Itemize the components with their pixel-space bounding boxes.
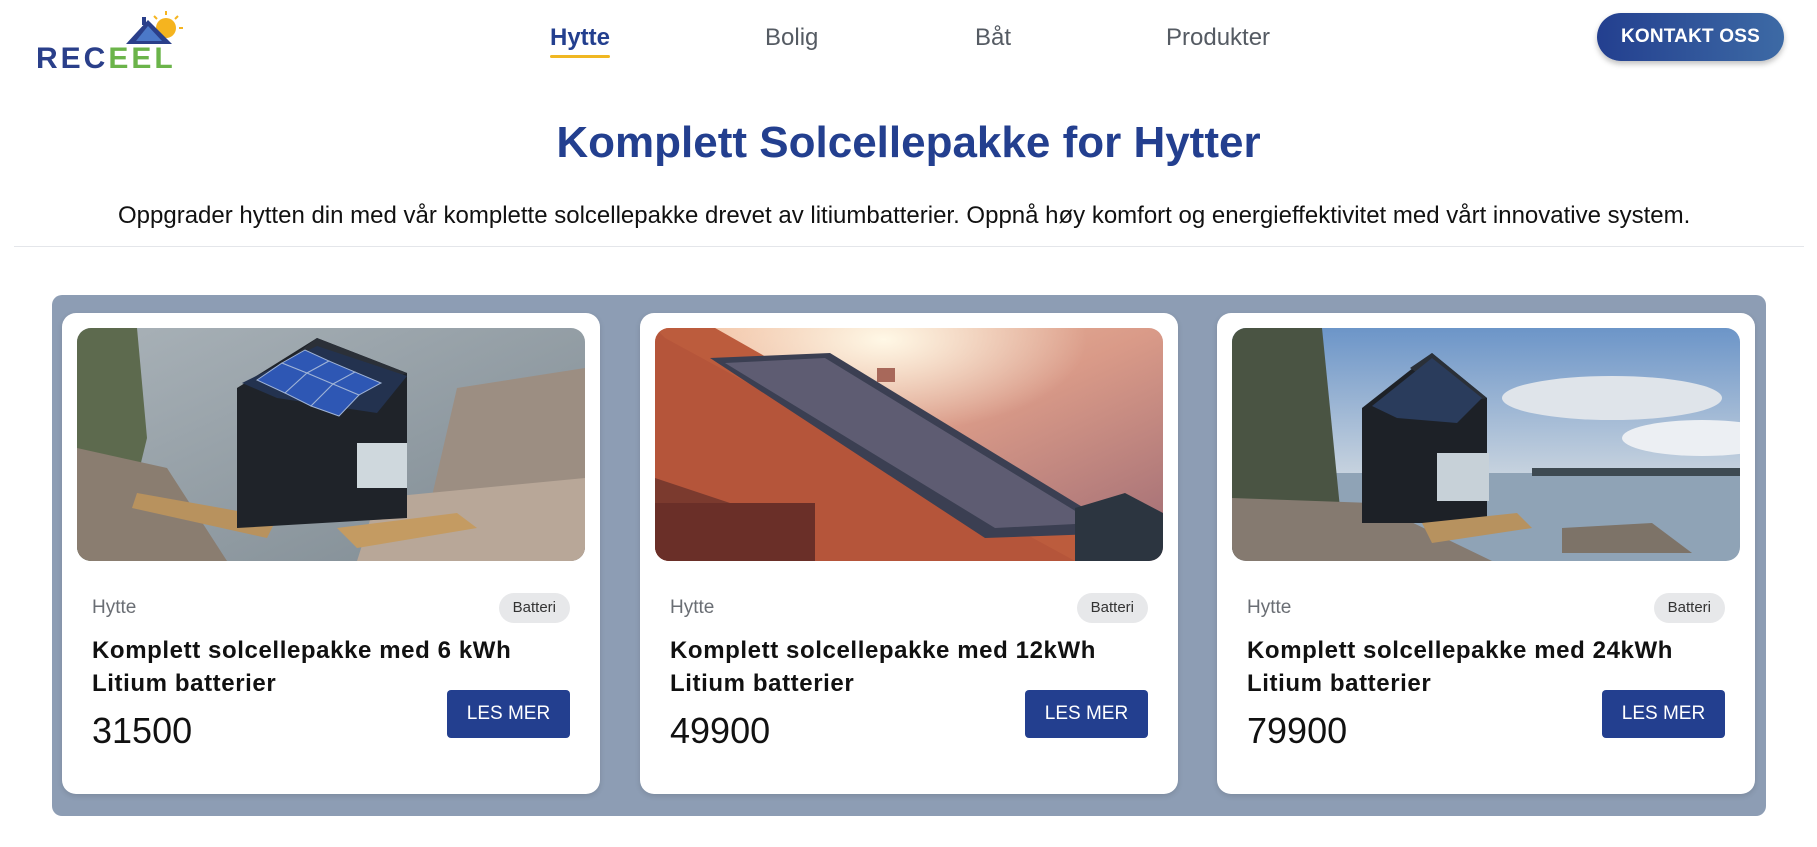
product-card: Hytte Batteri Komplett solcellepakke med… xyxy=(1217,313,1755,794)
nav-item-bat[interactable]: Båt xyxy=(975,22,1011,54)
nav-item-hytte[interactable]: Hytte xyxy=(550,22,611,58)
product-grid: Hytte Batteri Komplett solcellepakke med… xyxy=(52,295,1766,816)
page-title: Komplett Solcellepakke for Hytter xyxy=(556,118,1261,167)
nav-item-bolig[interactable]: Bolig xyxy=(765,22,818,54)
page-subtitle: Oppgrader hytten din med vår komplette s… xyxy=(118,202,1691,229)
read-more-button[interactable]: LES MER xyxy=(1025,690,1148,738)
product-badge: Batteri xyxy=(1653,593,1725,623)
product-badge: Batteri xyxy=(1076,593,1148,623)
product-image-black-cabin-rocky-shore xyxy=(77,328,585,561)
contact-button[interactable]: KONTAKT OSS xyxy=(1597,13,1784,61)
nav-item-produkter[interactable]: Produkter xyxy=(1166,22,1270,54)
main-nav: Hytte Bolig Båt Produkter xyxy=(0,22,1817,62)
product-card: Hytte Batteri Komplett solcellepakke med… xyxy=(62,313,600,794)
product-image-roof-solar-sunset xyxy=(655,328,1163,561)
divider xyxy=(14,246,1804,247)
product-card: Hytte Batteri Komplett solcellepakke med… xyxy=(640,313,1178,794)
read-more-button[interactable]: LES MER xyxy=(447,690,570,738)
product-image-black-cabin-lake xyxy=(1232,328,1740,561)
product-category: Hytte xyxy=(1247,597,1292,618)
site-header: RECEEL Hytte Bolig Båt Produkter KONTAKT… xyxy=(0,0,1817,82)
product-price: 49900 xyxy=(670,710,771,751)
product-price: 79900 xyxy=(1247,710,1348,751)
product-category: Hytte xyxy=(670,597,715,618)
read-more-button[interactable]: LES MER xyxy=(1602,690,1725,738)
product-category: Hytte xyxy=(92,597,137,618)
product-badge: Batteri xyxy=(498,593,570,623)
product-price: 31500 xyxy=(92,710,193,751)
